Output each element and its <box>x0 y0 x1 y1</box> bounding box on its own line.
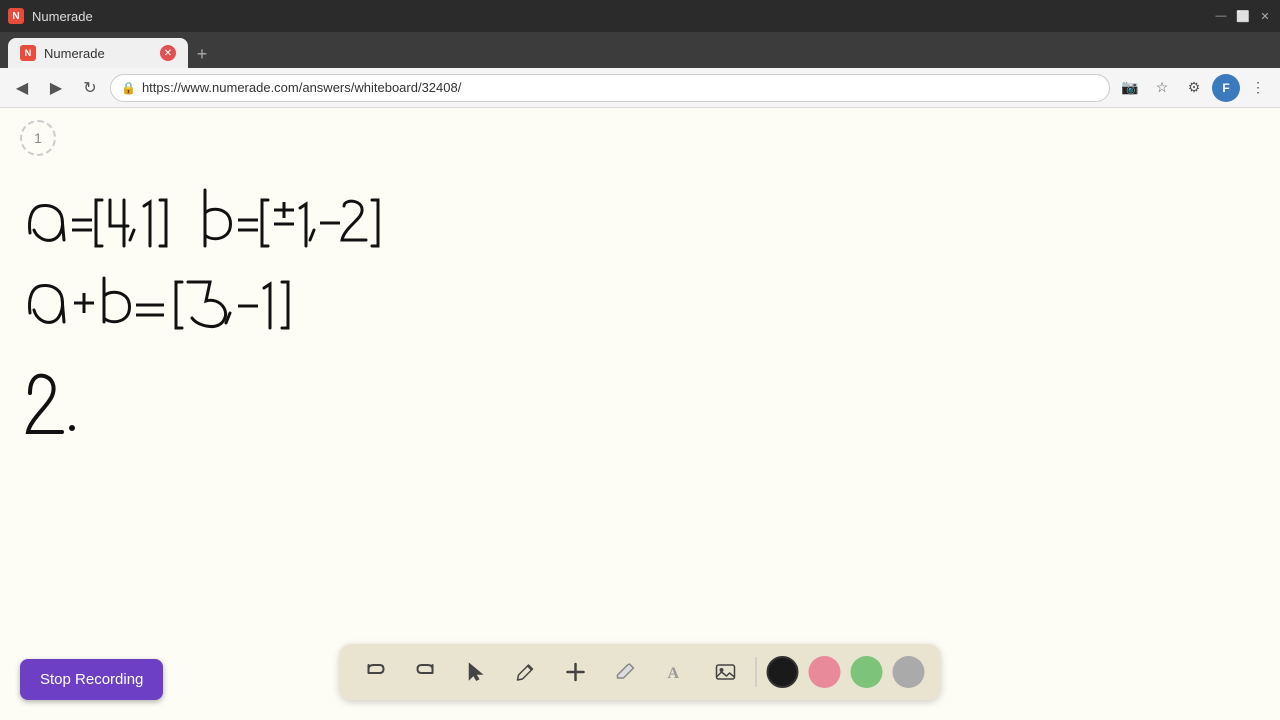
lock-icon: 🔒 <box>121 81 136 95</box>
eraser-tool-button[interactable] <box>606 652 646 692</box>
favicon-text: N <box>12 11 19 22</box>
url-text: https://www.numerade.com/answers/whitebo… <box>142 80 461 95</box>
undo-button[interactable] <box>356 652 396 692</box>
address-bar[interactable]: 🔒 https://www.numerade.com/answers/white… <box>110 74 1110 102</box>
forward-button[interactable]: ▶ <box>42 74 70 102</box>
refresh-button[interactable]: ↻ <box>76 74 104 102</box>
profile-button[interactable]: F <box>1212 74 1240 102</box>
camera-button[interactable]: 📷 <box>1116 74 1144 102</box>
toolbar-divider <box>756 657 757 687</box>
math-content-svg <box>10 158 710 538</box>
whiteboard: 1 <box>0 108 1280 720</box>
tab-bar: N Numerade ✕ + <box>0 32 1280 68</box>
stop-recording-button[interactable]: Stop Recording <box>20 659 163 700</box>
color-gray[interactable] <box>893 656 925 688</box>
page-indicator: 1 <box>20 120 56 156</box>
color-green[interactable] <box>851 656 883 688</box>
extensions-button[interactable]: ⚙ <box>1180 74 1208 102</box>
redo-button[interactable] <box>406 652 446 692</box>
back-button[interactable]: ◀ <box>8 74 36 102</box>
svg-text:A: A <box>668 665 680 682</box>
image-tool-button[interactable] <box>706 652 746 692</box>
text-tool-button[interactable]: A <box>656 652 696 692</box>
close-button[interactable]: ✕ <box>1258 9 1272 23</box>
tab-favicon: N <box>20 45 36 61</box>
pencil-tool-button[interactable] <box>506 652 546 692</box>
color-black[interactable] <box>767 656 799 688</box>
new-tab-button[interactable]: + <box>188 40 216 68</box>
page-number: 1 <box>34 130 42 146</box>
window-title: Numerade <box>32 9 93 24</box>
title-bar: N Numerade — ⬜ ✕ <box>0 0 1280 32</box>
favicon: N <box>8 8 24 24</box>
active-tab[interactable]: N Numerade ✕ <box>8 38 188 68</box>
add-button[interactable] <box>556 652 596 692</box>
nav-bar: ◀ ▶ ↻ 🔒 https://www.numerade.com/answers… <box>0 68 1280 108</box>
minimize-button[interactable]: — <box>1214 9 1228 23</box>
tab-label: Numerade <box>44 46 105 61</box>
menu-button[interactable]: ⋮ <box>1244 74 1272 102</box>
toolbar: A <box>340 644 941 700</box>
maximize-button[interactable]: ⬜ <box>1236 9 1250 23</box>
bookmark-button[interactable]: ☆ <box>1148 74 1176 102</box>
color-pink[interactable] <box>809 656 841 688</box>
nav-right-controls: 📷 ☆ ⚙ F ⋮ <box>1116 74 1272 102</box>
tab-close-button[interactable]: ✕ <box>160 45 176 61</box>
select-tool-button[interactable] <box>456 652 496 692</box>
window-controls: — ⬜ ✕ <box>1214 9 1272 23</box>
